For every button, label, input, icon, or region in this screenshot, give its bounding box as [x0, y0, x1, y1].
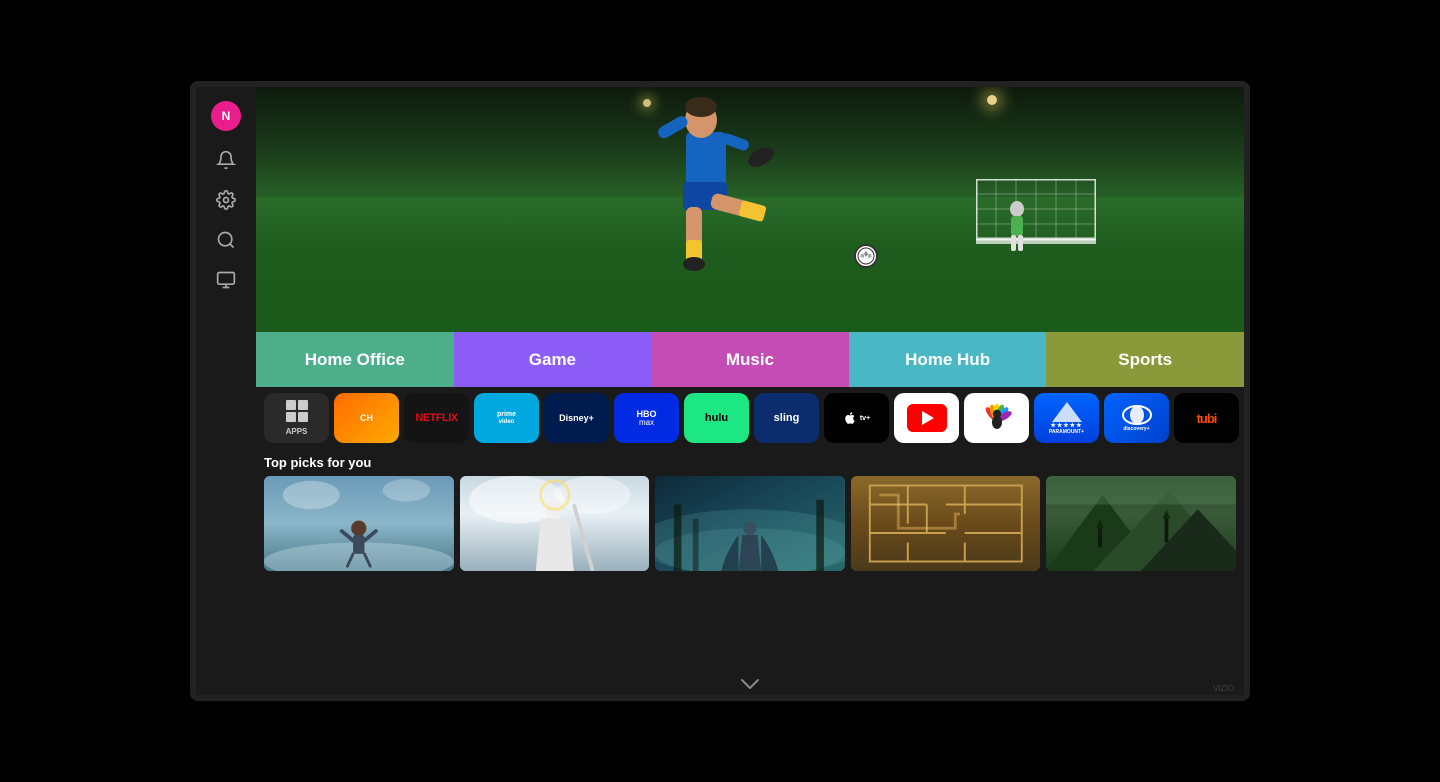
app-lg-channels[interactable]: CH — [334, 393, 399, 443]
sidebar: N — [196, 87, 256, 695]
hero-soccer-ball — [854, 244, 878, 268]
tubi-label: tubi — [1197, 411, 1217, 426]
hbomax-inner: HBO max — [637, 410, 657, 427]
pick-3-art — [655, 476, 845, 571]
app-hulu[interactable]: hulu — [684, 393, 749, 443]
paramount-mountain-icon — [1052, 402, 1082, 422]
app-prime-video[interactable]: prime video — [474, 393, 539, 443]
search-icon[interactable] — [215, 229, 237, 251]
paramount-inner: ★★★★★ PARAMOUNT+ — [1034, 393, 1099, 443]
discovery-inner: discovery+ — [1104, 393, 1169, 443]
peacock-icon — [976, 397, 1018, 439]
hero-banner — [256, 87, 1244, 332]
lg-channels-inner: CH — [334, 393, 399, 443]
netflix-label: NETFLIX — [415, 412, 457, 424]
pick-card-2[interactable] — [460, 476, 650, 571]
stadium-lights — [987, 95, 997, 105]
pick-1-art — [264, 476, 454, 571]
settings-icon[interactable] — [215, 189, 237, 211]
paramount-stars: ★★★★★ — [1051, 422, 1083, 429]
pick-card-1[interactable] — [264, 476, 454, 571]
tab-game[interactable]: Game — [454, 332, 652, 387]
app-discovery-plus[interactable]: discovery+ — [1104, 393, 1169, 443]
all-apps-grid-icon — [286, 400, 308, 422]
bottom-bar — [256, 675, 1244, 695]
tv-frame: N — [190, 81, 1250, 701]
tubi-inner: tubi — [1174, 393, 1239, 443]
paramount-label: PARAMOUNT+ — [1049, 429, 1084, 435]
app-peacock[interactable] — [964, 393, 1029, 443]
all-apps-label: APPS — [286, 427, 308, 436]
app-paramount-plus[interactable]: ★★★★★ PARAMOUNT+ — [1034, 393, 1099, 443]
hulu-label: hulu — [705, 412, 728, 424]
appletv-text: tv+ — [860, 415, 870, 422]
pick-card-3[interactable] — [655, 476, 845, 571]
apps-row: APPS CH NETFLIX prime video Di — [256, 387, 1244, 449]
top-picks-label: Top picks for you — [264, 455, 1236, 470]
tab-home-hub[interactable]: Home Hub — [849, 332, 1047, 387]
app-apple-tv[interactable]: tv+ — [824, 393, 889, 443]
notifications-icon[interactable] — [215, 149, 237, 171]
appletv-inner: tv+ — [843, 411, 870, 425]
pick-4-art — [851, 476, 1041, 571]
app-netflix[interactable]: NETFLIX — [404, 393, 469, 443]
profile-icon[interactable] — [215, 269, 237, 291]
app-sling[interactable]: sling — [754, 393, 819, 443]
pick-card-4[interactable] — [851, 476, 1041, 571]
app-youtube[interactable] — [894, 393, 959, 443]
main-content: Home Office Game Music Home Hub Sports A… — [256, 87, 1244, 695]
top-picks-section: Top picks for you — [256, 449, 1244, 675]
hero-player-svg — [601, 92, 801, 312]
tab-music[interactable]: Music — [651, 332, 849, 387]
prime-inner: prime video — [497, 411, 516, 425]
discovery-label: discovery+ — [1123, 426, 1149, 432]
youtube-inner — [894, 393, 959, 443]
hero-goalkeeper-svg — [1007, 201, 1027, 251]
scroll-down-icon[interactable] — [740, 678, 760, 693]
disney-label: Disney+ — [559, 413, 594, 423]
discovery-logo — [1122, 405, 1152, 425]
tab-home-office[interactable]: Home Office — [256, 332, 454, 387]
app-disney-plus[interactable]: Disney+ — [544, 393, 609, 443]
pick-card-5[interactable] — [1046, 476, 1236, 571]
user-avatar[interactable]: N — [211, 101, 241, 131]
category-tabs: Home Office Game Music Home Hub Sports — [256, 332, 1244, 387]
app-all-apps[interactable]: APPS — [264, 393, 329, 443]
app-hbo-max[interactable]: HBO max — [614, 393, 679, 443]
youtube-logo — [907, 404, 947, 432]
pick-5-art — [1046, 476, 1236, 571]
tab-sports[interactable]: Sports — [1046, 332, 1244, 387]
pick-2-art — [460, 476, 650, 571]
sling-label: sling — [774, 412, 800, 424]
peacock-inner — [964, 393, 1029, 443]
hero-goal-svg — [976, 179, 1096, 259]
app-tubi[interactable]: tubi — [1174, 393, 1239, 443]
tv-brand: VIZIO — [1213, 684, 1234, 693]
youtube-play-icon — [922, 411, 934, 425]
top-picks-grid — [264, 476, 1236, 571]
